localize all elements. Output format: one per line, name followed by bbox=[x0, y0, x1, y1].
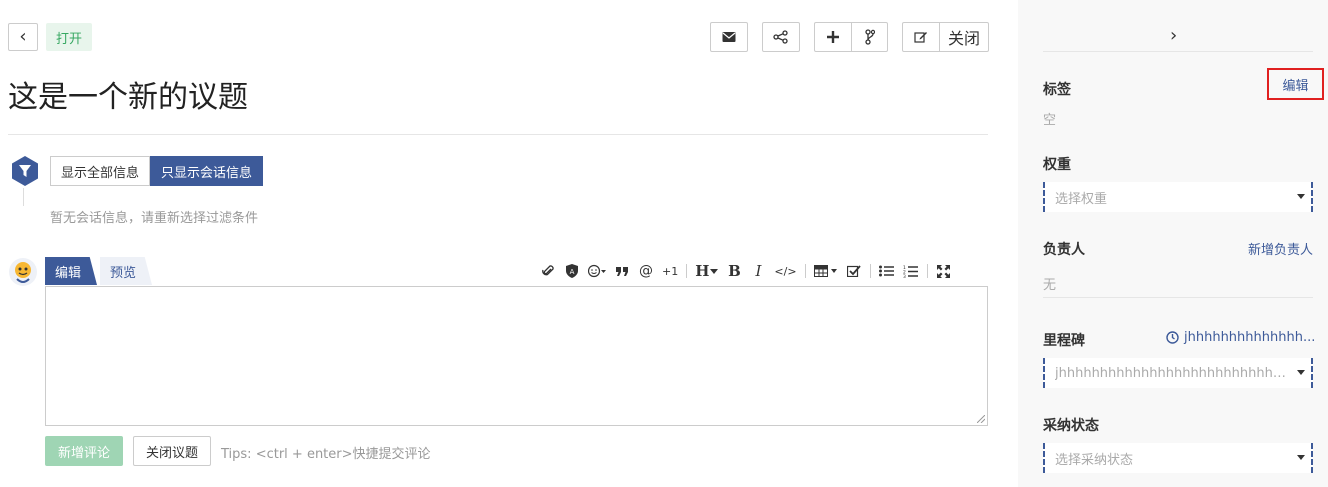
main-panel: ‹ 打开 关闭 这是一个新的议题 显示全部信息 只显示会话信息 暂无会话信息，请… bbox=[0, 0, 1018, 487]
weight-select[interactable]: 选择权重 bbox=[1043, 182, 1313, 212]
status-badge: 打开 bbox=[46, 23, 93, 51]
resize-handle-icon[interactable] bbox=[977, 415, 985, 423]
share-icon[interactable] bbox=[763, 23, 799, 51]
email-button[interactable] bbox=[710, 22, 748, 52]
sidebar: › 标签 编辑 空 权重 选择权重 负责人 新增负责人 无 里程碑 jhhhhh… bbox=[1018, 0, 1328, 487]
clock-icon bbox=[1166, 331, 1179, 344]
quote-icon[interactable] bbox=[614, 265, 630, 277]
code-icon[interactable]: </> bbox=[774, 265, 796, 278]
filter-icon[interactable] bbox=[9, 155, 41, 187]
labels-title: 标签 bbox=[1043, 82, 1071, 98]
milestone-selected: jhhhhhhhhhhhhhhhhhhhhhhhhhhhhhhhhhh... bbox=[1055, 365, 1293, 381]
issue-title: 这是一个新的议题 bbox=[8, 80, 248, 115]
submit-comment-button[interactable]: 新增评论 bbox=[45, 436, 123, 466]
bullet-list-icon[interactable] bbox=[879, 265, 895, 277]
add-assignee-link[interactable]: 新增负责人 bbox=[1248, 239, 1313, 258]
caret-down-icon bbox=[1297, 455, 1305, 460]
weight-title: 权重 bbox=[1043, 157, 1071, 173]
toolbar-divider bbox=[686, 264, 688, 278]
caret-down-icon bbox=[1297, 370, 1305, 375]
heading-icon[interactable]: H bbox=[695, 262, 719, 280]
labels-edit-link[interactable]: 编辑 bbox=[1267, 68, 1324, 100]
tab-edit[interactable]: 编辑 bbox=[45, 257, 97, 285]
caret-down-icon bbox=[1297, 194, 1305, 199]
checkbox-icon[interactable] bbox=[846, 265, 862, 277]
svg-text:3: 3 bbox=[903, 274, 906, 278]
weight-placeholder: 选择权重 bbox=[1055, 191, 1108, 207]
comment-textarea[interactable] bbox=[45, 286, 988, 426]
adoption-placeholder: 选择采纳状态 bbox=[1055, 452, 1134, 468]
adoption-title: 采纳状态 bbox=[1043, 418, 1099, 434]
divider bbox=[1043, 51, 1313, 52]
assignee-value: 无 bbox=[1043, 278, 1057, 293]
at-icon[interactable]: @ bbox=[638, 263, 654, 279]
edit-close-group: 关闭 bbox=[902, 22, 989, 52]
plus-icon[interactable] bbox=[815, 23, 851, 51]
shortcut-tips: Tips: <ctrl + enter>快捷提交评论 bbox=[221, 447, 431, 462]
assignee-title: 负责人 bbox=[1043, 242, 1085, 258]
timeline-line bbox=[23, 188, 24, 206]
bold-icon[interactable]: B bbox=[726, 262, 742, 280]
filter-toggle: 显示全部信息 只显示会话信息 bbox=[50, 156, 264, 186]
close-button[interactable]: 关闭 bbox=[939, 23, 988, 51]
edit-icon[interactable] bbox=[903, 23, 939, 51]
chevron-right-icon[interactable]: › bbox=[1170, 27, 1177, 45]
share-button[interactable] bbox=[762, 22, 800, 52]
milestone-select[interactable]: jhhhhhhhhhhhhhhhhhhhhhhhhhhhhhhhhhh... bbox=[1043, 358, 1313, 388]
plus-one-icon[interactable]: +1 bbox=[662, 265, 678, 278]
show-all-button[interactable]: 显示全部信息 bbox=[50, 156, 151, 186]
divider bbox=[8, 134, 988, 135]
toolbar-divider bbox=[804, 264, 806, 278]
toolbar-divider bbox=[926, 264, 928, 278]
divider bbox=[1043, 297, 1313, 298]
show-comments-button[interactable]: 只显示会话信息 bbox=[150, 156, 264, 186]
branch-icon[interactable] bbox=[851, 23, 887, 51]
fullscreen-icon[interactable] bbox=[936, 264, 952, 278]
heading-label: H bbox=[695, 262, 710, 280]
attachment-icon[interactable] bbox=[540, 264, 556, 278]
table-icon[interactable] bbox=[813, 265, 838, 277]
back-button[interactable]: ‹ bbox=[8, 23, 38, 51]
milestone-link[interactable]: jhhhhhhhhhhhhhh... bbox=[1166, 330, 1315, 345]
mention-shield-icon[interactable]: A bbox=[564, 264, 580, 278]
envelope-icon[interactable] bbox=[711, 23, 747, 51]
action-group bbox=[814, 22, 888, 52]
close-issue-button[interactable]: 关闭议题 bbox=[133, 436, 211, 466]
milestone-link-text: jhhhhhhhhhhhhhh... bbox=[1184, 330, 1316, 345]
adoption-select[interactable]: 选择采纳状态 bbox=[1043, 443, 1313, 473]
milestone-title: 里程碑 bbox=[1043, 333, 1085, 349]
editor-toolbar: A @ +1 H B I </> 123 bbox=[540, 262, 960, 280]
tab-preview[interactable]: 预览 bbox=[100, 257, 152, 285]
ordered-list-icon[interactable]: 123 bbox=[903, 265, 919, 278]
emoji-icon[interactable] bbox=[588, 264, 606, 278]
empty-hint: 暂无会话信息，请重新选择过滤条件 bbox=[50, 211, 259, 226]
svg-text:A: A bbox=[570, 268, 575, 276]
avatar bbox=[8, 257, 38, 287]
toolbar-divider bbox=[869, 264, 871, 278]
chevron-left-icon: ‹ bbox=[19, 26, 27, 47]
italic-icon[interactable]: I bbox=[750, 262, 766, 280]
labels-value: 空 bbox=[1043, 113, 1057, 128]
